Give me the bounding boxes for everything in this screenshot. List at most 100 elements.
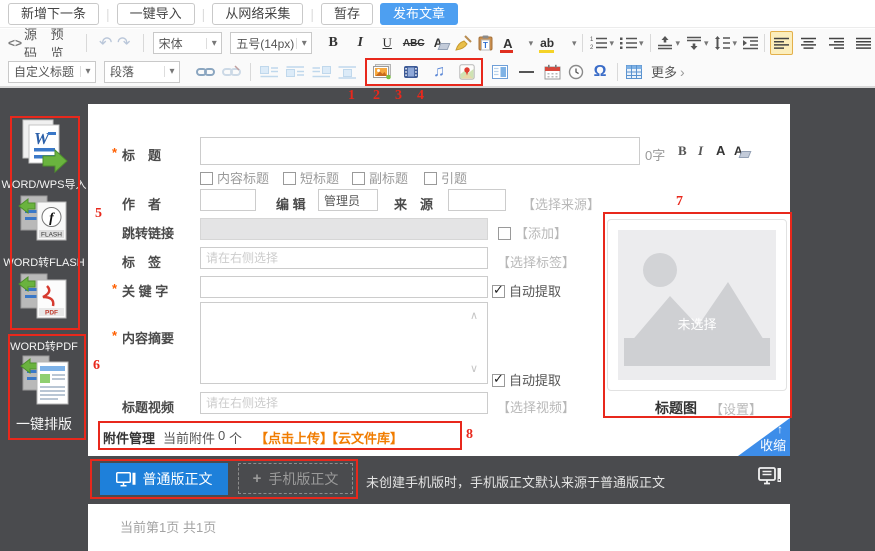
editor-input[interactable] [318, 189, 378, 211]
align-right-button[interactable] [825, 31, 848, 55]
insert-music-icon[interactable]: ♫ [430, 61, 448, 83]
scroll-down-icon[interactable]: ∨ [470, 362, 478, 375]
one-click-layout-icon[interactable] [19, 354, 71, 410]
strikethrough-button[interactable]: ABC [403, 32, 424, 54]
chevron-down-icon[interactable]: ▾ [529, 38, 534, 49]
align-left-button[interactable] [770, 31, 793, 55]
image-align-left-icon[interactable] [260, 61, 279, 83]
jump-link-input[interactable] [200, 218, 488, 240]
title-style-select[interactable]: 自定义标题 ▾ [8, 61, 96, 83]
checkbox-unchecked-icon[interactable] [200, 172, 213, 185]
scroll-up-icon[interactable]: ∧ [470, 309, 478, 322]
special-char-icon[interactable]: Ω [591, 61, 609, 83]
one-click-import-button[interactable]: 一键导入 [117, 3, 195, 25]
add-next-button[interactable]: 新增下一条 [8, 3, 99, 25]
save-draft-button[interactable]: 暂存 [321, 3, 373, 25]
paragraph-format-select[interactable]: 段落 ▾ [104, 61, 180, 83]
collapse-arrow-icon[interactable]: ↑ [777, 422, 783, 436]
sidebar-item-one-click-layout-label[interactable]: 一键排版 [0, 414, 88, 434]
align-justify-button[interactable] [852, 31, 875, 55]
underline-button[interactable]: U [378, 32, 396, 54]
title-color-button[interactable]: A [714, 143, 727, 158]
subtitle-check-lead-title[interactable]: 引题 [424, 168, 467, 187]
jump-link-enable[interactable]: 【添加】 [498, 223, 567, 242]
title-input[interactable] [200, 137, 640, 165]
paste-text-icon[interactable]: T [476, 32, 494, 54]
source-code-button[interactable]: <> 源码 [8, 32, 49, 54]
author-input[interactable] [200, 189, 256, 211]
cloud-library-link[interactable]: 【云文件库】 [325, 428, 403, 447]
font-family-select[interactable]: 宋体 ▾ [153, 32, 223, 54]
checkbox-unchecked-icon[interactable] [283, 172, 296, 185]
indent-icon[interactable] [741, 32, 759, 54]
unlink-icon[interactable] [222, 61, 241, 83]
columns-icon[interactable] [491, 61, 509, 83]
select-source-link[interactable]: 【选择来源】 [522, 194, 600, 213]
insert-map-icon[interactable] [458, 61, 476, 83]
subtitle-check-short-title[interactable]: 短标题 [283, 168, 339, 187]
clock-icon[interactable] [567, 61, 585, 83]
checkbox-unchecked-icon[interactable] [498, 227, 511, 240]
keyword-auto-extract[interactable]: ✓自动提取 [492, 281, 561, 300]
highlight-color-button[interactable]: ab [538, 32, 571, 54]
summary-auto-extract[interactable]: ✓自动提取 [492, 370, 561, 389]
horizontal-rule-icon[interactable] [517, 61, 535, 83]
image-align-right-icon[interactable] [312, 61, 331, 83]
calendar-icon[interactable] [543, 61, 561, 83]
collapse-label[interactable]: 收缩 [760, 435, 786, 454]
checkbox-checked-icon[interactable]: ✓ [492, 374, 505, 387]
checkbox-unchecked-icon[interactable] [352, 172, 365, 185]
chevron-down-icon[interactable]: ▾ [572, 38, 577, 49]
keyword-input[interactable] [200, 276, 488, 298]
subtitle-check-subtitle[interactable]: 副标题 [352, 168, 408, 187]
chevron-down-icon[interactable]: ▾ [704, 38, 709, 49]
checkbox-unchecked-icon[interactable] [424, 172, 437, 185]
checkbox-checked-icon[interactable]: ✓ [492, 285, 505, 298]
title-bold-button[interactable]: B [678, 143, 687, 159]
web-collect-button[interactable]: 从网络采集 [212, 3, 303, 25]
upload-attachment-link[interactable]: 【点击上传】 [255, 428, 333, 447]
title-image-placeholder[interactable]: 未选择 [618, 230, 776, 380]
source-input[interactable] [448, 189, 506, 211]
undo-icon[interactable]: ↶ [97, 32, 115, 54]
ordered-list-icon[interactable]: 12 [590, 32, 608, 54]
table-icon[interactable] [625, 61, 643, 83]
sidebar-item-word-to-pdf-label[interactable]: WORD转PDF [0, 338, 88, 354]
format-painter-icon[interactable] [454, 32, 472, 54]
bold-button[interactable]: B [324, 32, 342, 54]
paragraph-space-top-icon[interactable] [656, 32, 674, 54]
insert-video-icon[interactable] [402, 61, 420, 83]
remove-format-icon[interactable]: A [429, 32, 447, 54]
font-size-select[interactable]: 五号(14px) ▾ [230, 32, 312, 54]
link-icon[interactable] [196, 61, 215, 83]
insert-image-icon[interactable] [372, 61, 392, 83]
title-image-card[interactable]: 未选择 [607, 219, 787, 391]
sidebar-item-word-import-label[interactable]: WORD/WPS导入 [0, 176, 88, 192]
word-to-pdf-icon[interactable]: PDF [17, 270, 71, 328]
title-remove-format-icon[interactable]: A [734, 143, 743, 158]
paragraph-space-bottom-icon[interactable] [685, 32, 703, 54]
chevron-down-icon[interactable]: ▾ [675, 38, 680, 49]
tab-normal-body[interactable]: 普通版正文 [100, 463, 228, 495]
title-italic-button[interactable]: I [698, 143, 703, 159]
more-button[interactable]: 更多 › [651, 61, 685, 83]
image-align-inline-icon[interactable] [286, 61, 305, 83]
select-tag-link[interactable]: 【选择标签】 [497, 252, 575, 271]
title-image-settings-link[interactable]: 【设置】 [710, 399, 762, 418]
font-color-button[interactable]: A [501, 32, 527, 54]
chevron-down-icon[interactable]: ▾ [639, 38, 644, 49]
bullet-list-icon[interactable] [620, 32, 638, 54]
align-center-button[interactable] [797, 31, 820, 55]
publish-button[interactable]: 发布文章 [380, 3, 458, 25]
image-align-center-icon[interactable] [338, 61, 357, 83]
subtitle-check-content-title[interactable]: 内容标题 [200, 168, 269, 187]
tag-input[interactable] [200, 247, 488, 269]
word-to-flash-icon[interactable]: fFLASH [17, 192, 71, 250]
tab-mobile-body[interactable]: + 手机版正文 [238, 463, 353, 494]
select-video-link[interactable]: 【选择视频】 [497, 397, 575, 416]
redo-icon[interactable]: ↷ [115, 32, 133, 54]
device-preview-icon[interactable] [758, 467, 782, 486]
italic-button[interactable]: I [351, 32, 369, 54]
chevron-down-icon[interactable]: ▾ [733, 38, 738, 49]
line-height-icon[interactable] [714, 32, 732, 54]
